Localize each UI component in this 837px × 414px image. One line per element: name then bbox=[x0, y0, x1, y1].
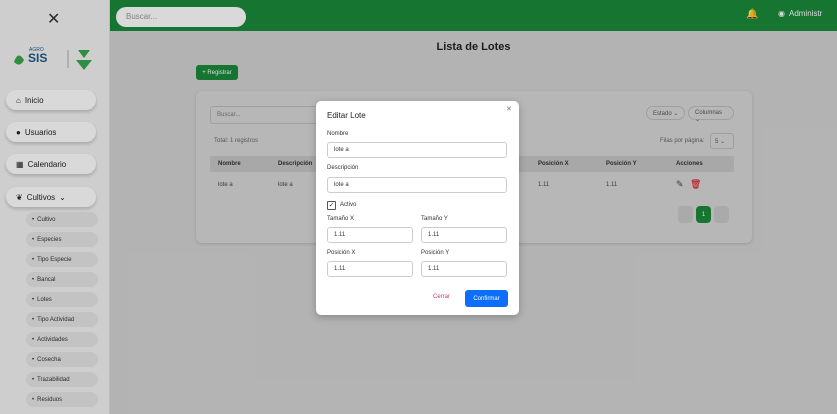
cerrar-button[interactable]: Cerrar bbox=[433, 294, 450, 300]
posicion-x-field[interactable]: 1.11 bbox=[327, 261, 413, 277]
posicion-y-label: Posición Y bbox=[421, 250, 450, 256]
tamano-y-label: Tamaño Y bbox=[421, 216, 448, 222]
activo-label: Activo bbox=[340, 202, 357, 208]
tamano-x-label: Tamaño X bbox=[327, 216, 355, 222]
posicion-x-label: Posición X bbox=[327, 250, 356, 256]
close-icon[interactable]: ✕ bbox=[506, 105, 512, 113]
descripcion-field[interactable]: lote a bbox=[327, 177, 507, 193]
edit-lote-modal: Editar Lote ✕ Nombre lote a Descripción … bbox=[316, 101, 519, 315]
activo-checkbox[interactable]: ✓ bbox=[327, 201, 336, 210]
modal-title: Editar Lote bbox=[327, 111, 366, 120]
nombre-field[interactable]: lote a bbox=[327, 142, 507, 158]
confirmar-button[interactable]: Confirmar bbox=[465, 290, 508, 307]
posicion-y-field[interactable]: 1.11 bbox=[421, 261, 507, 277]
nombre-label: Nombre bbox=[327, 131, 349, 137]
descripcion-label: Descripción bbox=[327, 165, 359, 171]
tamano-y-field[interactable]: 1.11 bbox=[421, 227, 507, 243]
tamano-x-field[interactable]: 1.11 bbox=[327, 227, 413, 243]
